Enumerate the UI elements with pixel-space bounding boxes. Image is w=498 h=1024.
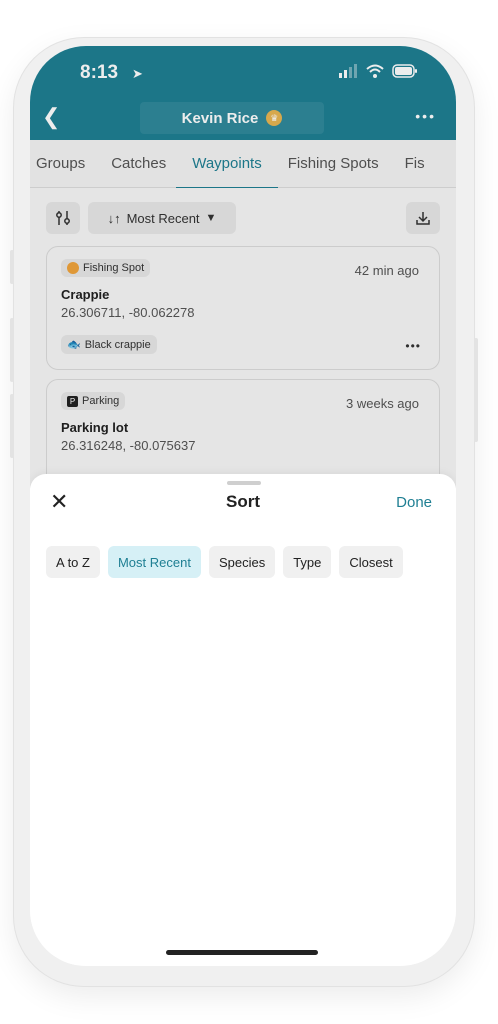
done-button[interactable]: Done [396, 494, 432, 511]
power-button [474, 338, 478, 442]
sort-option-a-to-z[interactable]: A to Z [46, 546, 100, 578]
sheet-handle[interactable] [227, 481, 261, 485]
sheet-title: Sort [226, 492, 260, 511]
sort-options: A to Z Most Recent Species Type Closest [46, 546, 403, 578]
volume-down-button [10, 394, 14, 458]
sort-option-type[interactable]: Type [283, 546, 332, 578]
sort-option-most-recent[interactable]: Most Recent [107, 546, 201, 578]
volume-up-button [10, 318, 14, 382]
dim-overlay[interactable] [30, 46, 456, 488]
app-screen: 8:13 ➤ ❮ Kevin Rice ♛ ••• Groups Catches… [30, 46, 456, 966]
sort-option-species[interactable]: Species [208, 546, 276, 578]
sort-option-closest[interactable]: Closest [339, 546, 403, 578]
home-indicator[interactable] [166, 950, 318, 955]
sort-sheet: ✕ Sort Done A to Z Most Recent Species T… [30, 474, 456, 966]
mute-switch [10, 250, 14, 284]
